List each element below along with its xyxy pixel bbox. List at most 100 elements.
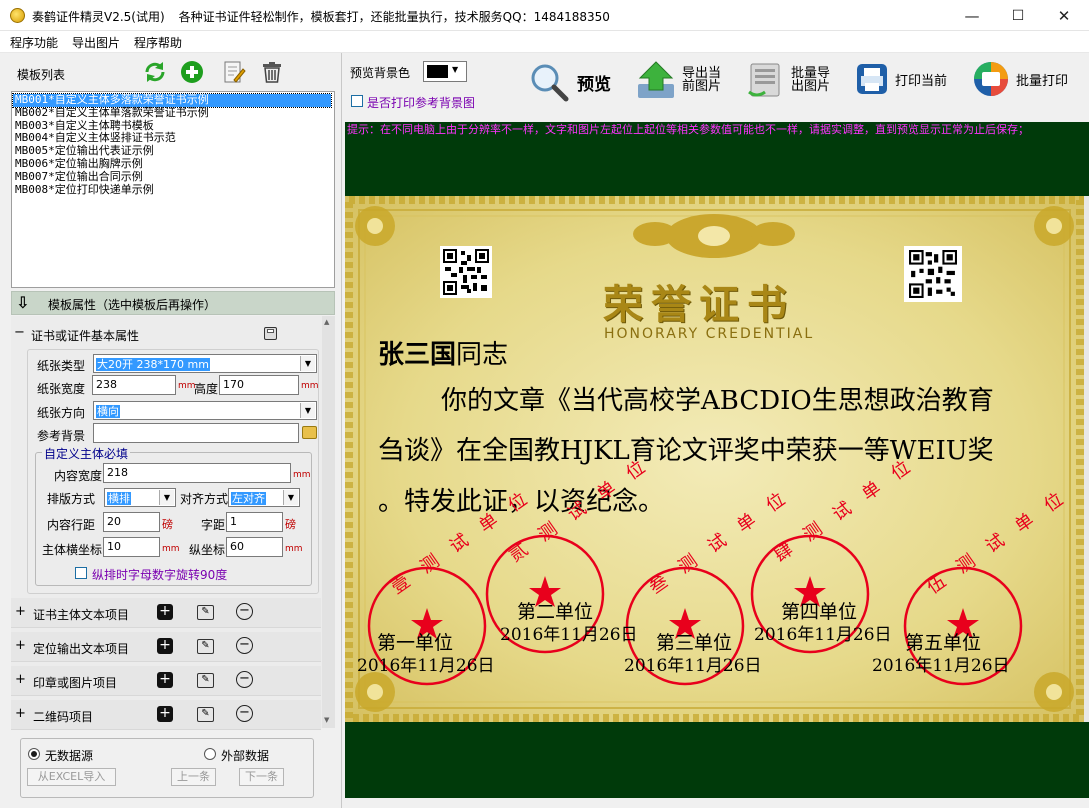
add-icon[interactable]: + xyxy=(157,638,173,654)
char-spacing-input[interactable]: 1 xyxy=(226,512,283,532)
printer-icon xyxy=(857,64,887,94)
remove-icon[interactable]: − xyxy=(236,603,253,620)
edit-icon[interactable]: ✎ xyxy=(197,639,214,654)
y-label: 纵坐标 xyxy=(189,543,226,557)
expand-toggle[interactable]: + xyxy=(15,604,26,619)
properties-scrollbar[interactable]: ▲ ▼ xyxy=(322,316,335,728)
unit-date-1: 2016年11月26日 xyxy=(357,656,495,676)
minimize-button[interactable]: — xyxy=(949,0,995,31)
bg-color-label: 预览背景色 xyxy=(350,66,411,80)
height-label: 高度 xyxy=(194,382,219,396)
batch-export-images-button[interactable]: 批量导 出图片 xyxy=(745,60,830,100)
edit-icon[interactable]: ✎ xyxy=(197,673,214,688)
collapse-toggle[interactable]: − xyxy=(14,325,25,340)
section-body-text[interactable]: + 证书主体文本项目 + ✎ − xyxy=(11,598,321,628)
arrow-down-icon: ⇩ xyxy=(16,293,30,312)
print-bg-checkbox[interactable] xyxy=(351,95,363,107)
section-title: 证书主体文本项目 xyxy=(33,608,130,622)
delete-trash-icon[interactable] xyxy=(260,60,284,84)
content-width-input[interactable]: 218 xyxy=(103,463,291,483)
unit-label: mm xyxy=(293,470,311,480)
menu-program-functions[interactable]: 程序功能 xyxy=(10,34,58,51)
refresh-icon[interactable] xyxy=(143,60,167,84)
close-button[interactable]: ✕ xyxy=(1041,0,1087,31)
align-label: 对齐方式 xyxy=(180,492,229,506)
external-data-label: 外部数据 xyxy=(221,749,270,763)
unit-date-4: 2016年11月26日 xyxy=(754,625,892,645)
line-spacing-input[interactable]: 20 xyxy=(103,512,160,532)
background-label: 参考背景 xyxy=(37,429,86,443)
template-listbox[interactable]: MB001*自定义主体多落款荣誉证书示例 MB002*自定义主体单落款荣誉证书示… xyxy=(11,91,335,288)
list-item[interactable]: MB006*定位输出胸牌示例 xyxy=(13,157,333,171)
unit-label: mm xyxy=(162,544,180,554)
prev-record-button[interactable]: 上一条 xyxy=(171,768,216,786)
unit-date-5: 2016年11月26日 xyxy=(872,656,1010,676)
section-title: 定位输出文本项目 xyxy=(33,642,130,656)
next-record-button[interactable]: 下一条 xyxy=(239,768,284,786)
edit-document-icon[interactable] xyxy=(222,60,246,84)
batch-print-icon xyxy=(974,62,1008,96)
edit-icon[interactable]: ✎ xyxy=(197,605,214,620)
background-input[interactable] xyxy=(93,423,299,443)
height-input[interactable]: 170 xyxy=(219,375,299,395)
x-label: 主体横坐标 xyxy=(42,543,103,557)
expand-toggle[interactable]: + xyxy=(15,672,26,687)
properties-title: 模板属性（选中模板后再操作） xyxy=(48,298,217,312)
list-item[interactable]: MB008*定位打印快递单示例 xyxy=(13,183,333,197)
section-title: 印章或图片项目 xyxy=(33,676,118,690)
remove-icon[interactable]: − xyxy=(236,671,253,688)
paper-width-input[interactable]: 238 xyxy=(92,375,176,395)
chevron-down-icon: ▼ xyxy=(283,490,298,505)
section-stamp-image[interactable]: + 印章或图片项目 + ✎ − xyxy=(11,666,321,696)
save-icon[interactable] xyxy=(264,327,277,340)
menu-program-help[interactable]: 程序帮助 xyxy=(134,34,182,51)
add-icon[interactable] xyxy=(180,60,204,84)
preview-scrollbar[interactable] xyxy=(1084,196,1089,722)
add-icon[interactable]: + xyxy=(157,672,173,688)
print-bg-label: 是否打印参考背景图 xyxy=(367,96,476,110)
line-spacing-label: 内容行距 xyxy=(47,518,96,532)
preview-button[interactable]: 预览 xyxy=(527,60,611,104)
maximize-button[interactable]: ☐ xyxy=(995,0,1041,31)
expand-toggle[interactable]: + xyxy=(15,638,26,653)
list-item[interactable]: MB002*自定义主体单落款荣誉证书示例 xyxy=(13,106,333,120)
list-item[interactable]: MB001*自定义主体多落款荣誉证书示例 xyxy=(12,93,332,108)
edit-icon[interactable]: ✎ xyxy=(197,707,214,722)
section-qrcode[interactable]: + 二维码项目 + ✎ − xyxy=(11,700,321,730)
bg-color-picker[interactable]: ▼ xyxy=(423,61,467,82)
unit-label: 磅 xyxy=(285,518,296,531)
upload-arrow-icon xyxy=(638,61,674,98)
template-list-label: 模板列表 xyxy=(17,68,66,82)
add-icon[interactable]: + xyxy=(157,706,173,722)
x-input[interactable]: 10 xyxy=(103,537,160,557)
folder-open-icon[interactable] xyxy=(302,426,317,439)
expand-toggle[interactable]: + xyxy=(15,706,26,721)
y-input[interactable]: 60 xyxy=(226,537,283,557)
batch-print-button[interactable]: 批量打印 xyxy=(972,60,1068,98)
preview-frame-bottom xyxy=(345,722,1089,798)
align-select[interactable]: 左对齐 ▼ xyxy=(228,488,300,507)
hint-text: 提示：在不同电脑上由于分辨率不一样，文字和图片左起位上起位等相关参数值可能也不一… xyxy=(345,122,1089,138)
layout-select[interactable]: 横排 ▼ xyxy=(104,488,176,507)
add-icon[interactable]: + xyxy=(157,604,173,620)
print-current-button[interactable]: 打印当前 xyxy=(855,62,947,96)
template-properties-header[interactable]: ⇩ 模板属性（选中模板后再操作） xyxy=(11,291,335,315)
char-spacing-label: 字距 xyxy=(201,518,226,532)
no-datasource-radio[interactable] xyxy=(28,748,40,760)
chevron-down-icon: ▼ xyxy=(159,490,174,505)
import-excel-button[interactable]: 从EXCEL导入 xyxy=(27,768,116,786)
magnifier-icon xyxy=(531,64,569,102)
direction-select[interactable]: 横向 ▼ xyxy=(93,401,317,420)
external-data-radio[interactable] xyxy=(204,748,216,760)
export-current-image-button[interactable]: 导出当 前图片 xyxy=(636,60,721,100)
remove-icon[interactable]: − xyxy=(236,705,253,722)
basic-properties-section[interactable]: − 证书或证件基本属性 xyxy=(12,325,322,345)
batch-export-icon xyxy=(748,63,780,97)
section-positioned-text[interactable]: + 定位输出文本项目 + ✎ − xyxy=(11,632,321,662)
rotate-checkbox[interactable] xyxy=(75,567,87,579)
list-item[interactable]: MB007*定位输出合同示例 xyxy=(13,170,333,184)
menu-export-image[interactable]: 导出图片 xyxy=(72,34,120,51)
section-title: 证书或证件基本属性 xyxy=(31,329,140,343)
remove-icon[interactable]: − xyxy=(236,637,253,654)
paper-type-select[interactable]: 大20开 238*170 mm ▼ xyxy=(93,354,317,373)
